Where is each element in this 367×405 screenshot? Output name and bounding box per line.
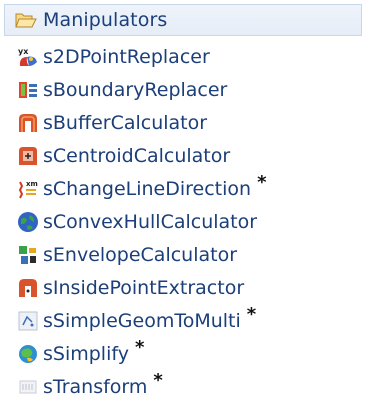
svg-text:yx: yx — [18, 47, 29, 56]
manipulator-list: yx s2DPointReplacer sBoundaryReplacer sB… — [0, 40, 367, 403]
item-star: * — [257, 172, 267, 193]
list-item-senvelopecalculator[interactable]: sEnvelopeCalculator — [0, 238, 367, 271]
simplify-icon — [17, 343, 39, 365]
transform-icon — [17, 376, 39, 398]
item-label: sCentroidCalculator — [43, 144, 231, 167]
item-star: * — [246, 304, 257, 325]
list-item-sconvexhullcalculator[interactable]: sConvexHullCalculator — [0, 205, 367, 238]
item-label: sEnvelopeCalculator — [43, 243, 238, 266]
buffer-calculator-icon — [17, 112, 39, 134]
list-item-scentroidcalculator[interactable]: sCentroidCalculator — [0, 139, 367, 172]
list-item-ssimplegeomtomulti[interactable]: sSimpleGeomToMulti * — [0, 304, 367, 337]
svg-text:xm: xm — [26, 180, 38, 188]
item-label: sSimplify — [43, 342, 129, 365]
envelope-calculator-icon — [17, 244, 39, 266]
simple-geom-to-multi-icon — [17, 310, 39, 332]
list-item-schangelinedirection[interactable]: xm sChangeLineDirection * — [0, 172, 367, 205]
item-star: * — [134, 337, 145, 358]
inside-point-extractor-icon — [17, 277, 39, 299]
folder-open-icon — [15, 11, 37, 29]
list-item-sboundaryreplacer[interactable]: sBoundaryReplacer — [0, 73, 367, 106]
list-item-sbuffercalculator[interactable]: sBufferCalculator — [0, 106, 367, 139]
change-line-direction-icon: xm — [17, 178, 39, 200]
item-label: sConvexHullCalculator — [43, 210, 258, 233]
category-title: Manipulators — [43, 9, 168, 31]
manipulators-panel: Manipulators yx s2DPointReplacer sBounda… — [0, 0, 367, 405]
item-label: sChangeLineDirection — [43, 177, 252, 200]
item-star: * — [153, 370, 163, 391]
item-label: sSimpleGeomToMulti — [43, 309, 241, 332]
list-item-ssimplify[interactable]: sSimplify * — [0, 337, 367, 370]
boundary-replacer-icon — [17, 79, 39, 101]
centroid-calculator-icon — [17, 145, 39, 167]
list-item-sinsidepointextractor[interactable]: sInsidePointExtractor — [0, 271, 367, 304]
item-label: sBufferCalculator — [43, 111, 208, 134]
item-label: sBoundaryReplacer — [43, 78, 228, 101]
item-label: s2DPointReplacer — [43, 45, 210, 68]
item-label: sTransform — [43, 375, 148, 398]
list-item-stransform[interactable]: sTransform * — [0, 370, 367, 403]
list-item-s2dpointreplacer[interactable]: yx s2DPointReplacer — [0, 40, 367, 73]
point-replacer-icon: yx — [17, 46, 39, 68]
manipulators-category-header[interactable]: Manipulators — [4, 4, 362, 36]
convex-hull-icon — [17, 211, 39, 233]
item-label: sInsidePointExtractor — [43, 276, 245, 299]
